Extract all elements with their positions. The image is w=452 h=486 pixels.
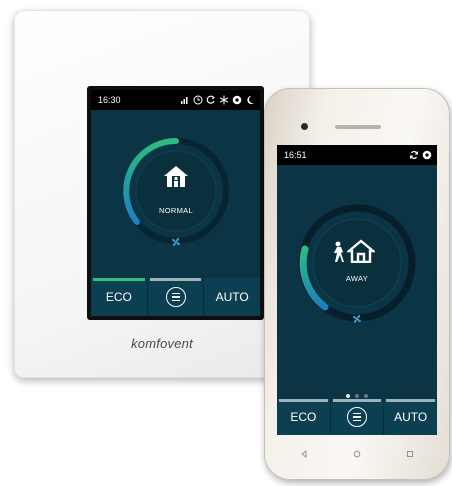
smartphone: 16:51 AWAY ECO AUTO [264, 88, 450, 480]
phone-bottom-bar: ECO AUTO [277, 399, 437, 435]
android-nav-bar [277, 443, 437, 465]
page-dot[interactable] [355, 394, 359, 398]
menu-icon [347, 407, 367, 427]
fan-level-icon [181, 97, 188, 104]
home-icon [164, 166, 188, 187]
gear-icon[interactable] [232, 95, 242, 105]
recirculation-icon[interactable] [206, 95, 216, 105]
fan-icon [353, 315, 361, 323]
camera-icon [301, 123, 308, 130]
clock-icon[interactable] [193, 95, 203, 105]
eco-button[interactable]: ECO [277, 399, 331, 435]
fan-icon [172, 238, 180, 246]
phone-time: 16:51 [284, 150, 307, 160]
mode-dial[interactable]: AWAY [295, 201, 419, 325]
panel-status-bar: 16:30 [91, 90, 260, 110]
mode-label: NORMAL [159, 206, 193, 215]
auto-button[interactable]: AUTO [204, 278, 260, 316]
snowflake-icon[interactable] [219, 95, 229, 105]
panel-bottom-bar: ECO AUTO [91, 278, 260, 316]
away-person-icon [334, 241, 344, 262]
mode-label: AWAY [345, 274, 369, 283]
auto-button[interactable]: AUTO [384, 399, 437, 435]
sync-icon[interactable] [409, 150, 419, 160]
back-icon[interactable] [300, 450, 308, 458]
recents-icon[interactable] [406, 450, 414, 458]
menu-button[interactable] [148, 278, 205, 316]
page-indicator[interactable] [277, 394, 437, 398]
home-icon [347, 239, 375, 263]
phone-display: 16:51 AWAY ECO AUTO [277, 145, 437, 435]
panel-bezel: 16:30 NORMAL ECO AUTO [87, 86, 264, 320]
gear-icon[interactable] [422, 150, 432, 160]
page-dot[interactable] [364, 394, 368, 398]
menu-icon [165, 287, 186, 307]
home-icon[interactable] [353, 450, 361, 458]
phone-status-bar: 16:51 [277, 145, 437, 165]
page-dot[interactable] [346, 394, 350, 398]
panel-screen: 16:30 NORMAL ECO AUTO [91, 90, 260, 316]
mode-dial[interactable]: NORMAL [119, 134, 233, 248]
eco-button[interactable]: ECO [91, 278, 148, 316]
menu-button[interactable] [331, 399, 385, 435]
moon-icon[interactable] [245, 95, 255, 105]
speaker-grille [335, 125, 381, 129]
panel-time: 16:30 [98, 95, 121, 105]
phone-screen: 16:51 AWAY ECO AUTO [277, 145, 437, 435]
